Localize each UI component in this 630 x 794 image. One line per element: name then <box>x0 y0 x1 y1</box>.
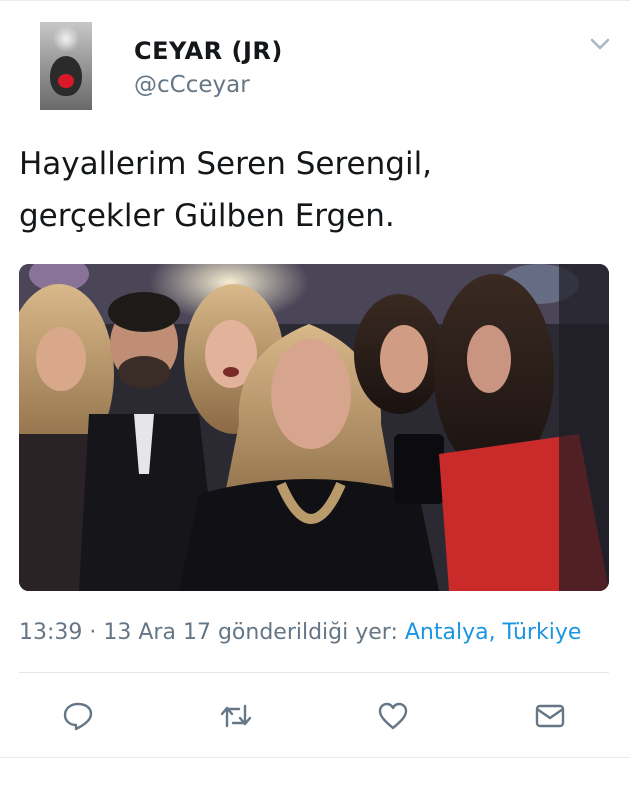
tweet-text-line-2: gerçekler Gülben Ergen. <box>19 198 395 234</box>
action-bar <box>0 694 630 738</box>
meta-separator: · <box>82 620 104 645</box>
retweet-button[interactable] <box>214 694 258 738</box>
heart-icon <box>378 702 408 730</box>
tweet-text: Hayallerim Seren Serengil, gerçekler Gül… <box>19 138 609 242</box>
author-name[interactable]: CEYAR (JR) <box>134 37 283 65</box>
retweet-icon <box>220 704 252 728</box>
author-handle[interactable]: @cCceyar <box>134 72 250 98</box>
tweet-photo[interactable] <box>19 264 609 591</box>
photo-scene <box>19 264 609 591</box>
tweet-time[interactable]: 13:39 <box>19 620 82 645</box>
meta-divider <box>19 672 609 673</box>
mail-icon <box>535 704 565 728</box>
location-prefix: gönderildiği yer: <box>210 620 405 645</box>
tweet-meta: 13:39 · 13 Ara 17 gönderildiği yer: Anta… <box>19 620 581 645</box>
tweet-date[interactable]: 13 Ara 17 <box>103 620 211 645</box>
tweet-location-link[interactable]: Antalya, Türkiye <box>405 620 582 645</box>
bottom-divider <box>0 757 630 758</box>
reply-button[interactable] <box>56 694 100 738</box>
avatar-red-lips <box>58 74 74 88</box>
direct-message-button[interactable] <box>528 694 572 738</box>
tweet-text-line-1: Hayallerim Seren Serengil, <box>19 146 433 182</box>
reply-icon <box>63 702 93 731</box>
chevron-down-icon[interactable] <box>589 36 611 52</box>
avatar-smoke <box>52 26 80 52</box>
like-button[interactable] <box>371 694 415 738</box>
profile-avatar[interactable] <box>40 22 92 110</box>
top-divider <box>0 0 630 1</box>
